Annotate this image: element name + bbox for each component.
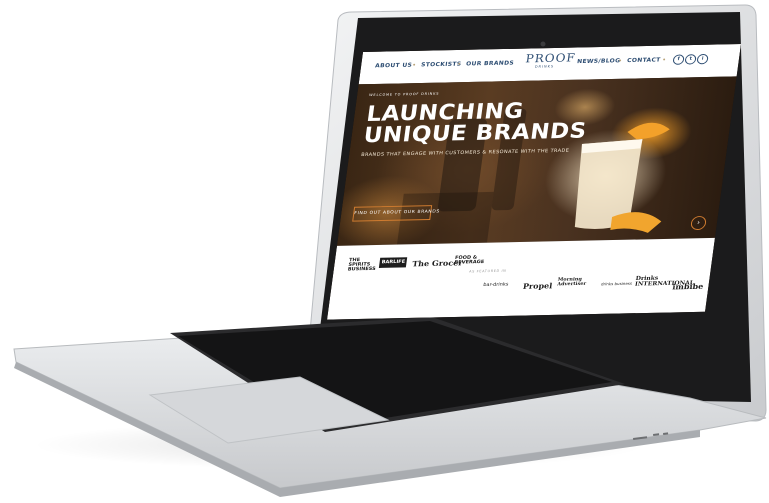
logo-text: PROOF	[524, 51, 577, 66]
instagram-icon[interactable]: i	[696, 53, 709, 65]
press-logo-propel: Propel	[522, 280, 553, 291]
press-logo-morning-advertiser: Morning Advertiser	[556, 276, 587, 288]
press-logos-strip: AS FEATURED IN THE SPIRITS BUSINESS BARL…	[327, 237, 715, 320]
hero-banner: WELCOME TO PROOF DRINKS LAUNCHING UNIQUE…	[336, 76, 737, 246]
site-logo[interactable]: PROOF DRINKS	[524, 51, 577, 74]
hero-title: LAUNCHING UNIQUE BRANDS	[362, 99, 589, 148]
press-logo-barlife: BARLIFE	[378, 257, 408, 268]
find-out-brands-button[interactable]: FIND OUT ABOUT OUR BRANDS	[352, 205, 440, 222]
press-logo-food-beverage: FOOD & BEVERAGE	[453, 254, 485, 266]
press-logo-imbibe: imbibe	[671, 281, 704, 292]
nav-separator	[663, 58, 666, 61]
nav-our-brands[interactable]: OUR BRANDS	[466, 60, 515, 67]
press-logo-drinks-business: drinks business	[600, 281, 633, 287]
website-screen: ABOUT US STOCKISTS OUR BRANDS PROOF DRIN…	[327, 44, 741, 320]
twitter-icon[interactable]: t	[684, 54, 697, 65]
nav-contact[interactable]: CONTACT	[627, 57, 661, 64]
nav-separator	[413, 63, 416, 66]
press-label: AS FEATURED IN	[468, 268, 507, 274]
press-logo-bar-drinks: bar-drinks	[482, 281, 509, 288]
laptop-photo: ABOUT US STOCKISTS OUR BRANDS PROOF DRIN…	[0, 0, 769, 503]
press-logo-spirits-business: THE SPIRITS BUSINESS	[347, 257, 377, 273]
facebook-icon[interactable]: f	[672, 54, 685, 65]
nav-separator	[619, 59, 622, 62]
nav-about-us[interactable]: ABOUT US	[375, 62, 413, 69]
nav-stockists[interactable]: STOCKISTS	[421, 61, 462, 68]
nav-news-blog[interactable]: NEWS/BLOG	[577, 58, 621, 65]
press-logo-drinks-international: Drinks INTERNATIONAL	[634, 274, 695, 288]
